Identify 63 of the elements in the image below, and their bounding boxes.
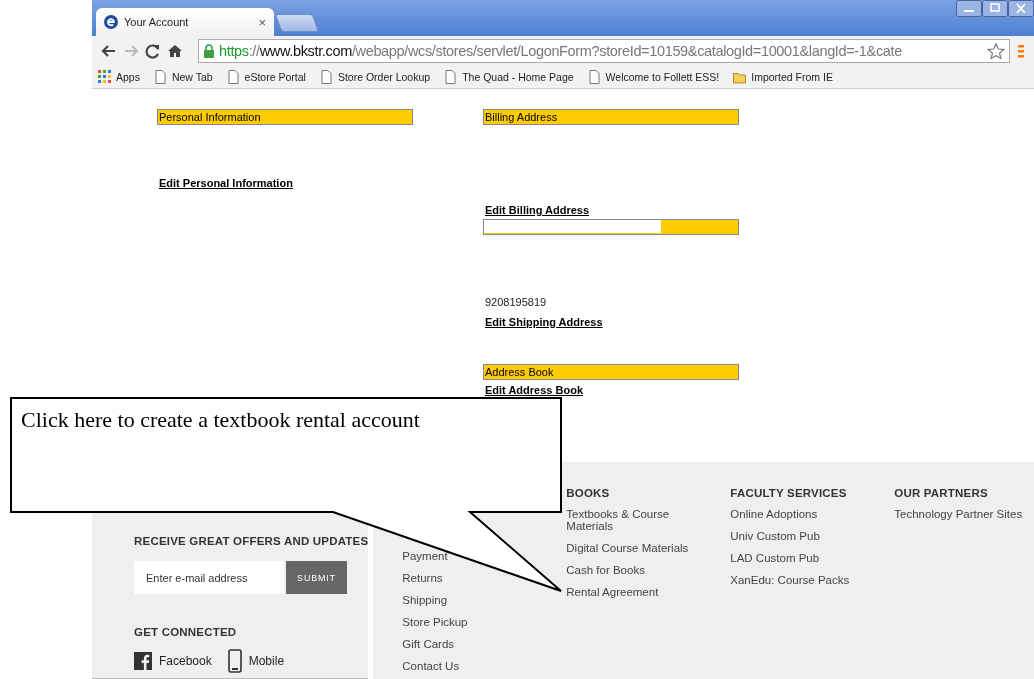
bookmark-item[interactable]: The Quad - Home Page	[444, 70, 574, 84]
footer-link[interactable]: Textbooks & Course Materials	[566, 508, 707, 532]
email-field[interactable]: Enter e-mail address	[134, 561, 284, 594]
social-link[interactable]: Mobile	[248, 654, 285, 668]
page-icon	[153, 70, 167, 84]
column-heading: FACULTY SERVICES	[730, 487, 847, 499]
column-heading: BOOKS	[566, 487, 610, 499]
lock-icon	[203, 43, 215, 59]
section-header: Address Book	[483, 364, 739, 380]
new-tab-button[interactable]	[274, 14, 320, 32]
page-icon	[587, 70, 601, 84]
bookmark-item[interactable]: eStore Portal	[226, 70, 306, 84]
column-heading: OUR PARTNERS	[894, 487, 988, 499]
bookmark-item[interactable]: Apps	[98, 70, 140, 84]
footer-link[interactable]: Store Pickup	[402, 616, 468, 628]
restore-button[interactable]	[982, 0, 1008, 18]
tab-title: Your Account	[124, 16, 190, 28]
footer-link[interactable]: Returns	[402, 572, 443, 584]
footer-link[interactable]: Contact Us	[402, 660, 460, 672]
footer-link[interactable]: XanEdu: Course Packs	[730, 574, 850, 586]
page-icon	[226, 70, 240, 84]
bookmark-item[interactable]: New Tab	[153, 70, 213, 84]
bookmark-item[interactable]: Welcome to Follett ESS!	[587, 70, 720, 84]
bookmark-item[interactable]: Store Order Lookup	[319, 70, 431, 84]
social-link[interactable]: Facebook	[159, 654, 212, 668]
footer-link[interactable]: Rental Agreement	[566, 586, 659, 598]
edit-link[interactable]: Edit Billing Address	[485, 203, 590, 217]
footer-link[interactable]: Univ Custom Pub	[730, 530, 820, 542]
section-header: Personal Information	[157, 109, 413, 125]
section-header: Billing Address	[483, 109, 739, 125]
home-button[interactable]	[167, 43, 183, 59]
submit-button[interactable]: SUBMIT	[286, 561, 347, 594]
browser-tab[interactable]: Your Account ×	[96, 8, 274, 36]
footer-link[interactable]: Payment	[402, 550, 448, 562]
footer-link[interactable]: Digital Course Materials	[566, 542, 689, 554]
reload-button[interactable]	[145, 43, 161, 59]
edit-link[interactable]: Edit Shipping Address	[485, 315, 603, 329]
footer-link[interactable]: Technology Partner Sites	[894, 508, 1023, 520]
apps-grid-icon	[98, 70, 111, 84]
bookmark-star-icon[interactable]	[987, 42, 1005, 60]
site-logo-icon	[104, 15, 118, 29]
connect-heading: GET CONNECTED	[134, 626, 238, 638]
facebook-icon	[134, 652, 152, 670]
newsletter-heading: RECEIVE GREAT OFFERS AND UPDATES	[134, 535, 369, 547]
address-bar[interactable]: https://www.bkstr.com/webapp/wcs/stores/servlet/LogonForm?storeId=10159&catalogId=10001&langId=-1&cate	[198, 39, 1010, 63]
footer-link[interactable]: LAD Custom Pub	[730, 552, 820, 564]
page-icon	[444, 70, 458, 84]
bookmark-item[interactable]: Imported From IE	[733, 70, 833, 84]
page-icon	[319, 70, 333, 84]
folder-icon	[733, 70, 747, 84]
footer-link[interactable]: Gift Cards	[402, 638, 455, 650]
edit-link[interactable]: Edit Personal Information	[159, 176, 293, 190]
footer-link[interactable]: Cash for Books	[566, 564, 645, 576]
phone-number: 9208195819	[485, 295, 547, 309]
footer-link[interactable]: Online Adoptions	[730, 508, 818, 520]
close-window-button[interactable]	[1008, 0, 1034, 18]
edit-link[interactable]: Edit Address Book	[485, 383, 583, 397]
callout-text: Click here to create a textbook rental account	[21, 407, 420, 433]
back-button[interactable]	[101, 43, 117, 59]
close-tab-button[interactable]: ×	[258, 14, 266, 30]
minimize-button[interactable]	[956, 0, 982, 18]
footer-link[interactable]: Shipping	[402, 594, 448, 606]
mobile-phone-icon	[227, 649, 242, 673]
